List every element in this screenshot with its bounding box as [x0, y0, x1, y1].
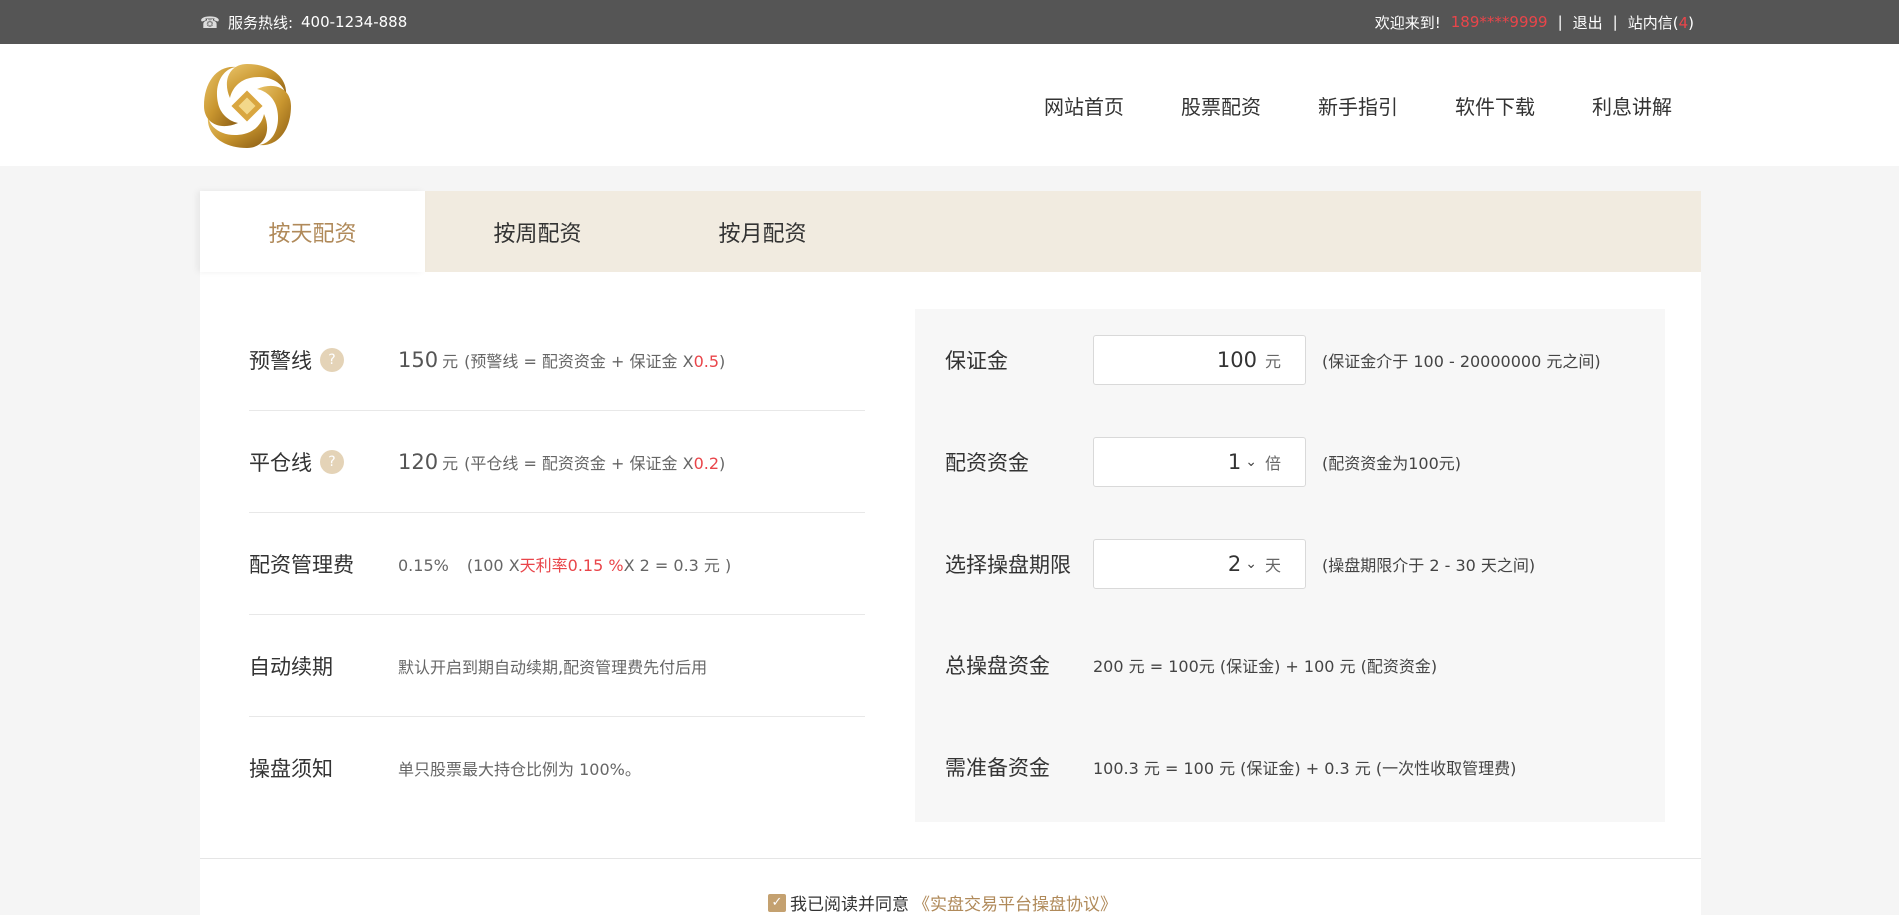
notice-label-wrap: 操盘须知: [249, 753, 398, 783]
username[interactable]: 189****9999: [1451, 13, 1548, 31]
leverage-row: 配资资金 1 ⌄ 倍 (配资资金为100元): [945, 437, 1461, 487]
tab-weekly[interactable]: 按周配资: [425, 191, 650, 272]
tab-daily[interactable]: 按天配资: [200, 191, 425, 272]
required-row: 需准备资金 100.3 元 = 100 元 (保证金) + 0.3 元 (一次性…: [945, 742, 1516, 792]
info-row-notice: 操盘须知 单只股票最大持仓比例为 100%。: [249, 717, 865, 819]
nav-home[interactable]: 网站首页: [1044, 91, 1124, 120]
renew-label-wrap: 自动续期: [249, 651, 398, 681]
fee-formula-start: (100 X: [466, 555, 520, 575]
info-row-warning: 预警线 ? 150 元 (预警线 = 配资资金 + 保证金 X 0.5 ): [249, 309, 865, 411]
info-row-liquidation: 平仓线 ? 120 元 (平仓线 = 配资资金 + 保证金 X 0.2 ): [249, 411, 865, 513]
fee-formula-end: X 2 = 0.3 元 ): [623, 555, 732, 575]
leverage-select[interactable]: 1 ⌄ 倍: [1093, 437, 1306, 487]
messages-label: 站内信: [1627, 13, 1673, 32]
period-label: 选择操盘期限: [945, 553, 1071, 577]
warning-close: ): [719, 351, 726, 371]
phone-icon: ☎: [200, 12, 220, 32]
separator: |: [1612, 13, 1618, 31]
fee-rate-highlight: 天利率0.15 %: [519, 555, 624, 575]
liquidation-value: 120 元 (平仓线 = 配资资金 + 保证金 X 0.2 ): [398, 450, 725, 474]
liquidation-label: 平仓线: [249, 450, 312, 475]
warning-label: 预警线: [249, 348, 312, 373]
deposit-value: 100: [1216, 348, 1257, 372]
liquidation-unit: 元: [442, 453, 459, 473]
separator: |: [1557, 13, 1563, 31]
period-hint: (操盘期限介于 2 - 30 天之间): [1322, 556, 1536, 575]
top-bar: ☎ 服务热线: 400-1234-888 欢迎来到! 189****9999 |…: [0, 0, 1899, 44]
chevron-down-icon: ⌄: [1245, 454, 1257, 470]
total-text: 200 元 = 100元 (保证金) + 100 元 (配资资金): [1093, 657, 1438, 676]
liquidation-formula: (平仓线 = 配资资金 + 保证金 X: [464, 453, 694, 473]
warning-label-wrap: 预警线 ?: [249, 345, 398, 375]
main-nav: 网站首页 股票配资 新手指引 软件下载 利息讲解: [1044, 44, 1672, 166]
notice-text: 单只股票最大持仓比例为 100%。: [398, 760, 641, 779]
period-unit: 天: [1264, 556, 1281, 575]
nav-interest-explain[interactable]: 利息讲解: [1592, 91, 1672, 120]
messages-count: 4: [1678, 13, 1689, 32]
total-label: 总操盘资金: [945, 654, 1050, 678]
renew-text: 默认开启到期自动续期,配资管理费先付后用: [398, 657, 708, 677]
chevron-down-icon: ⌄: [1245, 556, 1257, 572]
liquidation-close: ): [719, 453, 726, 473]
fee-rate: 0.15%: [398, 555, 449, 575]
warning-factor: 0.5: [693, 351, 720, 371]
tab-monthly[interactable]: 按月配资: [650, 191, 875, 272]
warning-unit: 元: [442, 351, 459, 371]
deposit-unit: 元: [1264, 352, 1281, 371]
notice-label: 操盘须知: [249, 757, 333, 781]
required-text: 100.3 元 = 100 元 (保证金) + 0.3 元 (一次性收取管理费): [1093, 759, 1517, 778]
warning-amount: 150: [398, 347, 439, 372]
period-row: 选择操盘期限 2 ⌄ 天 (操盘期限介于 2 - 30 天之间): [945, 539, 1535, 589]
financing-card: 按天配资 按周配资 按月配资 预警线 ? 150 元 (预警线 = 配资资金 +…: [200, 191, 1701, 915]
logo[interactable]: [200, 60, 295, 152]
period-select[interactable]: 2 ⌄ 天: [1093, 539, 1306, 589]
info-row-fee: 配资管理费 0.15% (100 X 天利率0.15 % X 2 = 0.3 元…: [249, 513, 865, 615]
warning-formula: (预警线 = 配资资金 + 保证金 X: [464, 351, 694, 371]
hotline-label: 服务热线:: [227, 13, 293, 32]
logo-icon: [204, 64, 291, 148]
hotline-number: 400-1234-888: [301, 13, 408, 31]
hotline: ☎ 服务热线: 400-1234-888: [200, 0, 407, 44]
deposit-hint: (保证金介于 100 - 20000000 元之间): [1322, 352, 1601, 371]
agree-text: 我已阅读并同意: [790, 895, 909, 915]
agreement-link[interactable]: 《实盘交易平台操盘协议》: [913, 890, 1117, 915]
liquidation-factor: 0.2: [693, 453, 720, 473]
header: 网站首页 股票配资 新手指引 软件下载 利息讲解: [0, 44, 1899, 166]
messages-link[interactable]: 站内信(4): [1628, 12, 1694, 33]
renew-label: 自动续期: [249, 654, 333, 679]
leverage-value: 1: [1227, 450, 1242, 474]
tab-bar: 按天配资 按周配资 按月配资: [200, 191, 1701, 272]
total-row: 总操盘资金 200 元 = 100元 (保证金) + 100 元 (配资资金): [945, 640, 1437, 690]
deposit-input[interactable]: 100 元: [1093, 335, 1306, 385]
nav-software-download[interactable]: 软件下载: [1455, 91, 1535, 120]
fee-label-wrap: 配资管理费: [249, 549, 398, 579]
deposit-row: 保证金 100 元 (保证金介于 100 - 20000000 元之间): [945, 335, 1601, 385]
agreement: ✓ 我已阅读并同意 《实盘交易平台操盘协议》: [768, 890, 1117, 915]
period-value: 2: [1227, 552, 1242, 576]
leverage-label: 配资资金: [945, 451, 1029, 475]
liquidation-amount: 120: [398, 449, 439, 474]
required-label: 需准备资金: [945, 756, 1050, 780]
divider: [200, 858, 1701, 859]
notice-value: 单只股票最大持仓比例为 100%。: [398, 756, 641, 780]
form-panel: 保证金 100 元 (保证金介于 100 - 20000000 元之间) 配资资…: [915, 309, 1665, 822]
info-row-renew: 自动续期 默认开启到期自动续期,配资管理费先付后用: [249, 615, 865, 717]
logout-link[interactable]: 退出: [1573, 12, 1603, 33]
user-links: 欢迎来到! 189****9999 | 退出 | 站内信(4): [1375, 0, 1694, 44]
warning-value: 150 元 (预警线 = 配资资金 + 保证金 X 0.5 ): [398, 348, 725, 372]
liquidation-label-wrap: 平仓线 ?: [249, 447, 398, 477]
fee-label: 配资管理费: [249, 552, 354, 577]
help-icon[interactable]: ?: [320, 449, 344, 474]
fee-value: 0.15% (100 X 天利率0.15 % X 2 = 0.3 元 ): [398, 552, 731, 576]
leverage-hint: (配资资金为100元): [1322, 454, 1462, 473]
welcome-text: 欢迎来到!: [1374, 13, 1441, 32]
renew-value: 默认开启到期自动续期,配资管理费先付后用: [398, 654, 707, 678]
help-icon[interactable]: ?: [320, 347, 344, 372]
leverage-unit: 倍: [1264, 454, 1281, 473]
deposit-label: 保证金: [945, 349, 1008, 373]
nav-beginner-guide[interactable]: 新手指引: [1318, 91, 1398, 120]
agree-checkbox[interactable]: ✓: [768, 893, 786, 912]
info-list: 预警线 ? 150 元 (预警线 = 配资资金 + 保证金 X 0.5 ) 平仓…: [249, 309, 865, 819]
nav-stock-financing[interactable]: 股票配资: [1181, 91, 1261, 120]
